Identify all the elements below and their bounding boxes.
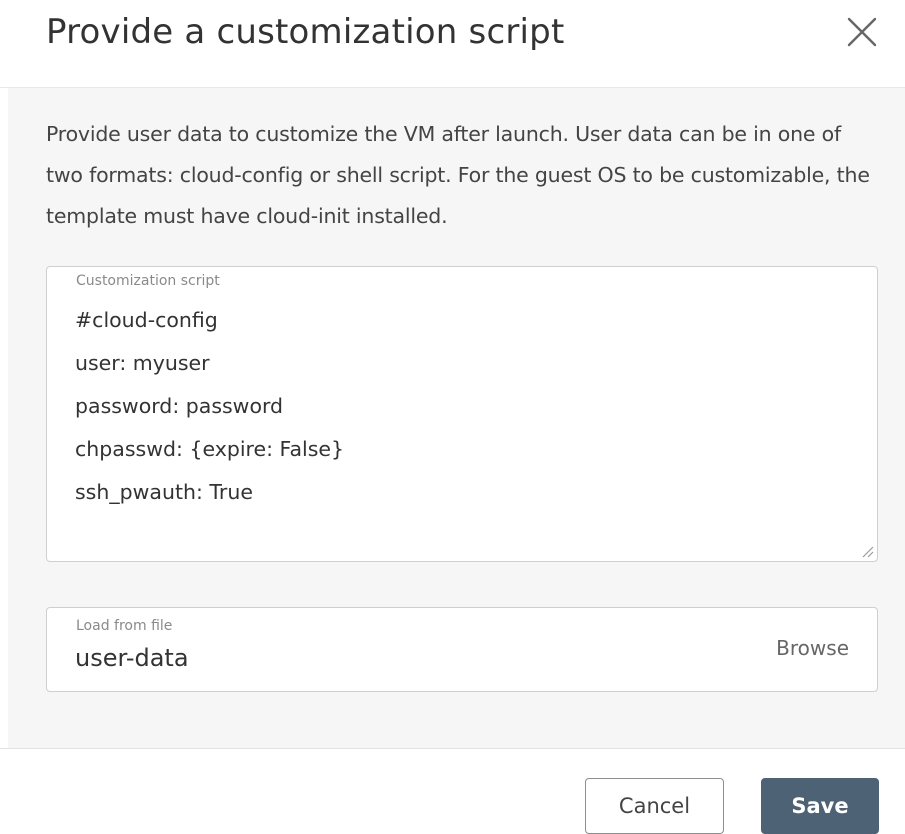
load-from-file-field[interactable]: Load from file user-data Browse [46, 607, 878, 692]
customization-script-dialog: Provide a customization script Provide u… [0, 0, 905, 834]
dialog-header: Provide a customization script [0, 0, 905, 88]
save-button[interactable]: Save [761, 778, 879, 834]
close-button[interactable] [842, 12, 882, 52]
cancel-button[interactable]: Cancel [585, 778, 724, 834]
load-from-file-label: Load from file [76, 618, 173, 634]
dialog-title: Provide a customization script [46, 12, 565, 52]
resize-handle-icon[interactable] [860, 544, 874, 558]
file-name-value: user-data [75, 644, 189, 672]
close-icon [847, 17, 877, 47]
dialog-footer: Cancel Save [0, 748, 905, 834]
dialog-body: Provide user data to customize the VM af… [8, 88, 905, 748]
customization-script-content[interactable]: #cloud-config user: myuser password: pas… [75, 299, 855, 514]
customization-script-label: Customization script [76, 273, 220, 289]
customization-script-textarea[interactable]: Customization script #cloud-config user:… [46, 266, 878, 562]
dialog-description: Provide user data to customize the VM af… [46, 122, 870, 228]
browse-button[interactable]: Browse [776, 636, 849, 660]
